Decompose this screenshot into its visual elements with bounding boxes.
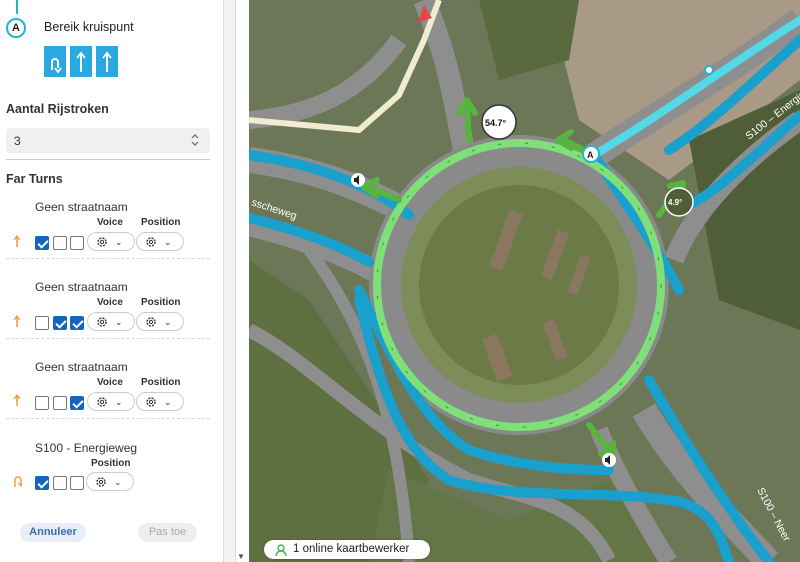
divider bbox=[6, 338, 210, 339]
angle-label: 4.9° bbox=[668, 198, 682, 207]
divider bbox=[6, 159, 210, 160]
gear-icon bbox=[146, 317, 156, 327]
lane-checkbox[interactable] bbox=[35, 396, 49, 410]
gear-icon bbox=[97, 317, 107, 327]
divider bbox=[6, 258, 210, 259]
gear-icon bbox=[97, 397, 107, 407]
u-turn-icon bbox=[14, 476, 22, 488]
chevron-down-icon: ⌄ bbox=[164, 397, 172, 407]
user-icon bbox=[275, 544, 287, 557]
turn-street-name: Geen straatnaam bbox=[35, 280, 128, 294]
lane-checkbox[interactable] bbox=[70, 316, 84, 330]
gear-icon bbox=[97, 237, 107, 247]
position-column-label: Position bbox=[141, 297, 181, 308]
voice-column-label: Voice bbox=[97, 297, 123, 308]
cancel-button[interactable]: Annuleer bbox=[20, 523, 86, 542]
far-turns-title: Far Turns bbox=[6, 172, 63, 186]
lane-checkbox[interactable] bbox=[53, 476, 67, 490]
voice-column-label: Voice bbox=[97, 217, 123, 228]
lane-checkbox[interactable] bbox=[35, 476, 49, 490]
straight-arrow-icon bbox=[13, 393, 21, 406]
chevron-down-icon: ⌄ bbox=[114, 477, 122, 487]
lanes-count-title: Aantal Rijstroken bbox=[6, 102, 109, 116]
scroll-down-icon[interactable]: ▼ bbox=[236, 552, 246, 562]
lane-checkbox[interactable] bbox=[53, 236, 67, 250]
gear-icon bbox=[96, 477, 106, 487]
stepper-icon[interactable] bbox=[190, 133, 200, 147]
position-column-label: Position bbox=[91, 458, 131, 469]
side-panel: A Bereik kruispunt Aantal Rijstroken Far… bbox=[0, 0, 224, 562]
route-line bbox=[16, 0, 18, 14]
position-select[interactable]: ⌄ bbox=[136, 392, 184, 411]
position-column-label: Position bbox=[141, 377, 181, 388]
turn-street-name: Geen straatnaam bbox=[35, 360, 128, 374]
gear-icon bbox=[146, 397, 156, 407]
straight-arrow-icon bbox=[13, 234, 21, 247]
node-a-label: A bbox=[587, 150, 594, 160]
lane-uturn-icon[interactable] bbox=[44, 46, 66, 77]
panel-scrollbar[interactable] bbox=[224, 0, 236, 562]
position-select[interactable]: ⌄ bbox=[86, 472, 134, 491]
lane-checkbox[interactable] bbox=[53, 396, 67, 410]
position-select[interactable]: ⌄ bbox=[136, 232, 184, 251]
chevron-down-icon: ⌄ bbox=[115, 237, 123, 247]
chevron-down-icon: ⌄ bbox=[115, 317, 123, 327]
voice-select[interactable]: ⌄ bbox=[87, 392, 135, 411]
gear-icon bbox=[146, 237, 156, 247]
online-editors-text: 1 online kaartbewerker bbox=[293, 543, 410, 555]
chevron-down-icon: ⌄ bbox=[164, 317, 172, 327]
lane-checkbox[interactable] bbox=[70, 236, 84, 250]
lane-checkbox[interactable] bbox=[70, 396, 84, 410]
online-editors-badge[interactable]: 1 online kaartbewerker bbox=[264, 540, 430, 559]
lane-checkbox[interactable] bbox=[35, 236, 49, 250]
position-select[interactable]: ⌄ bbox=[136, 312, 184, 331]
chevron-down-icon: ⌄ bbox=[164, 237, 172, 247]
angle-label: 54.7° bbox=[485, 118, 507, 128]
lane-checkbox[interactable] bbox=[70, 476, 84, 490]
voice-column-label: Voice bbox=[97, 377, 123, 388]
lane-straight-icon[interactable] bbox=[96, 46, 118, 77]
lanes-count-input[interactable] bbox=[6, 128, 210, 153]
chevron-down-icon: ⌄ bbox=[115, 397, 123, 407]
voice-select[interactable]: ⌄ bbox=[87, 312, 135, 331]
turn-street-name: Geen straatnaam bbox=[35, 200, 128, 214]
speaker-icon[interactable] bbox=[351, 173, 365, 187]
point-a-badge: A bbox=[6, 18, 26, 38]
divider bbox=[6, 418, 210, 419]
speaker-icon[interactable] bbox=[602, 453, 616, 467]
lane-straight-icon[interactable] bbox=[70, 46, 92, 77]
lane-checkbox[interactable] bbox=[35, 316, 49, 330]
map-view[interactable]: A 54.7° 4.9° S100 – Energieweg sscheweg … bbox=[249, 0, 800, 562]
position-column-label: Position bbox=[141, 217, 181, 228]
segment-title: Bereik kruispunt bbox=[44, 20, 134, 34]
apply-button[interactable]: Pas toe bbox=[138, 523, 197, 542]
turn-street-name: S100 - Energieweg bbox=[35, 441, 138, 455]
lane-checkbox[interactable] bbox=[53, 316, 67, 330]
voice-select[interactable]: ⌄ bbox=[87, 232, 135, 251]
straight-arrow-icon bbox=[13, 314, 21, 327]
